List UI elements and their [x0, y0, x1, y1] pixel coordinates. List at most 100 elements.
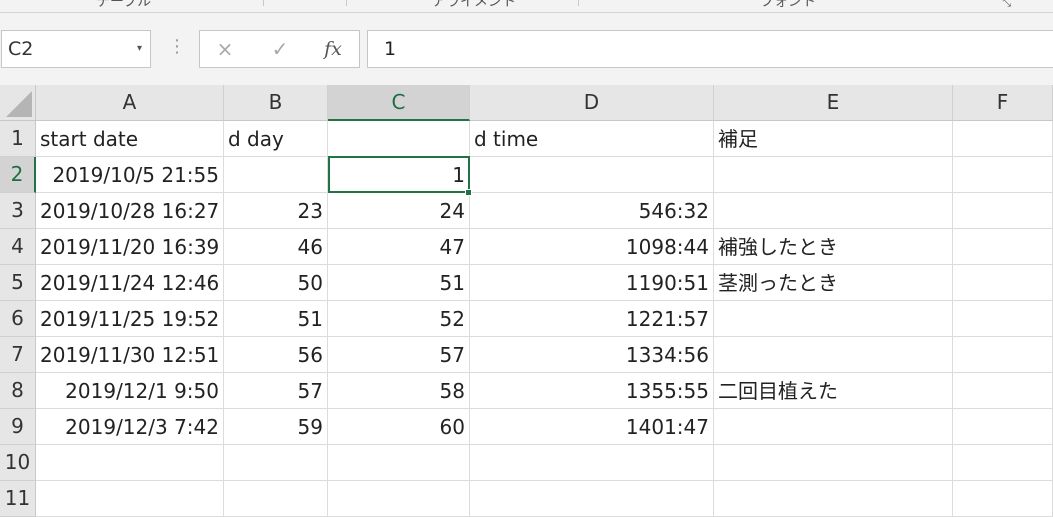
cell-b9[interactable]: 59: [224, 409, 328, 445]
ribbon-group-label: フォント: [760, 0, 816, 10]
dialog-launcher-icon[interactable]: ⤡: [1002, 0, 1011, 10]
cell-a1[interactable]: start date: [36, 121, 224, 157]
cell-f3[interactable]: [953, 193, 1053, 229]
cell-f1[interactable]: [953, 121, 1053, 157]
cell-d9[interactable]: 1401:47: [470, 409, 714, 445]
row-header-11[interactable]: 11: [0, 481, 36, 517]
cell-f9[interactable]: [953, 409, 1053, 445]
formula-bar-area: C2 ▾ ⋮ × ✓ fx 1: [0, 13, 1053, 85]
row-header-9[interactable]: 9: [0, 409, 36, 445]
cell-b1[interactable]: d day: [224, 121, 328, 157]
cell-c4[interactable]: 47: [328, 229, 470, 265]
cell-d10[interactable]: [470, 445, 714, 481]
cell-f7[interactable]: [953, 337, 1053, 373]
cell-d11[interactable]: [470, 481, 714, 517]
cell-b10[interactable]: [224, 445, 328, 481]
cell-e10[interactable]: [714, 445, 953, 481]
cell-a7[interactable]: 2019/11/30 12:51: [36, 337, 224, 373]
cell-c5[interactable]: 51: [328, 265, 470, 301]
cell-e6[interactable]: [714, 301, 953, 337]
cell-e4[interactable]: 補強したとき: [714, 229, 953, 265]
cell-c6[interactable]: 52: [328, 301, 470, 337]
cell-e3[interactable]: [714, 193, 953, 229]
cell-e9[interactable]: [714, 409, 953, 445]
cell-f6[interactable]: [953, 301, 1053, 337]
ribbon-separator: [578, 0, 579, 6]
fill-handle[interactable]: [465, 189, 472, 196]
row-header-1[interactable]: 1: [0, 121, 36, 157]
cell-e1[interactable]: 補足: [714, 121, 953, 157]
cell-f8[interactable]: [953, 373, 1053, 409]
cell-a10[interactable]: [36, 445, 224, 481]
cell-b5[interactable]: 50: [224, 265, 328, 301]
cell-b8[interactable]: 57: [224, 373, 328, 409]
insert-function-icon[interactable]: fx: [318, 35, 348, 63]
cell-c8[interactable]: 58: [328, 373, 470, 409]
cell-f5[interactable]: [953, 265, 1053, 301]
cell-d3[interactable]: 546:32: [470, 193, 714, 229]
cell-b4[interactable]: 46: [224, 229, 328, 265]
ribbon-strip: テーブル アライメント フォント ⤡: [0, 0, 1053, 13]
row-header-5[interactable]: 5: [0, 265, 36, 301]
cell-a4[interactable]: 2019/11/20 16:39: [36, 229, 224, 265]
row-header-10[interactable]: 10: [0, 445, 36, 481]
cell-a2[interactable]: 2019/10/5 21:55: [36, 157, 224, 193]
cancel-icon[interactable]: ×: [210, 35, 240, 63]
cell-e2[interactable]: [714, 157, 953, 193]
cell-a8[interactable]: 2019/12/1 9:50: [36, 373, 224, 409]
cell-a6[interactable]: 2019/11/25 19:52: [36, 301, 224, 337]
cell-d6[interactable]: 1221:57: [470, 301, 714, 337]
cell-c9[interactable]: 60: [328, 409, 470, 445]
cell-f2[interactable]: [953, 157, 1053, 193]
row-header-8[interactable]: 8: [0, 373, 36, 409]
cell-d5[interactable]: 1190:51: [470, 265, 714, 301]
cell-b2[interactable]: [224, 157, 328, 193]
select-all-button[interactable]: [0, 85, 36, 121]
row-header-7[interactable]: 7: [0, 337, 36, 373]
cell-a3[interactable]: 2019/10/28 16:27: [36, 193, 224, 229]
chevron-down-icon[interactable]: ▾: [137, 31, 142, 67]
column-header-a[interactable]: A: [36, 85, 224, 121]
cell-c7[interactable]: 57: [328, 337, 470, 373]
cell-d4[interactable]: 1098:44: [470, 229, 714, 265]
cell-f4[interactable]: [953, 229, 1053, 265]
cell-c2[interactable]: 1: [328, 157, 470, 193]
column-header-d[interactable]: D: [470, 85, 714, 121]
cell-c3[interactable]: 24: [328, 193, 470, 229]
vertical-dots-icon[interactable]: ⋮: [168, 35, 186, 59]
cell-d1[interactable]: d time: [470, 121, 714, 157]
row-header-2[interactable]: 2: [0, 157, 36, 193]
cell-a11[interactable]: [36, 481, 224, 517]
cell-d8[interactable]: 1355:55: [470, 373, 714, 409]
cell-b3[interactable]: 23: [224, 193, 328, 229]
cell-f11[interactable]: [953, 481, 1053, 517]
cell-b11[interactable]: [224, 481, 328, 517]
cell-e11[interactable]: [714, 481, 953, 517]
name-box[interactable]: C2 ▾: [1, 30, 151, 68]
cell-c10[interactable]: [328, 445, 470, 481]
column-header-c[interactable]: C: [328, 85, 470, 121]
row-header-3[interactable]: 3: [0, 193, 36, 229]
enter-check-icon[interactable]: ✓: [265, 35, 295, 63]
cell-e5[interactable]: 茎測ったとき: [714, 265, 953, 301]
row-header-4[interactable]: 4: [0, 229, 36, 265]
cell-a9[interactable]: 2019/12/3 7:42: [36, 409, 224, 445]
cell-e7[interactable]: [714, 337, 953, 373]
cell-c1[interactable]: [328, 121, 470, 157]
row-header-6[interactable]: 6: [0, 301, 36, 337]
column-header-e[interactable]: E: [714, 85, 953, 121]
formula-input[interactable]: 1: [367, 30, 1053, 68]
ribbon-separator: [263, 0, 264, 6]
cell-b7[interactable]: 56: [224, 337, 328, 373]
cell-d2[interactable]: [470, 157, 714, 193]
name-box-value: C2: [8, 38, 34, 60]
cell-b6[interactable]: 51: [224, 301, 328, 337]
column-header-f[interactable]: F: [953, 85, 1053, 121]
cell-d7[interactable]: 1334:56: [470, 337, 714, 373]
formula-buttons: × ✓ fx: [199, 30, 360, 68]
cell-c11[interactable]: [328, 481, 470, 517]
column-header-b[interactable]: B: [224, 85, 328, 121]
cell-e8[interactable]: 二回目植えた: [714, 373, 953, 409]
cell-f10[interactable]: [953, 445, 1053, 481]
cell-a5[interactable]: 2019/11/24 12:46: [36, 265, 224, 301]
